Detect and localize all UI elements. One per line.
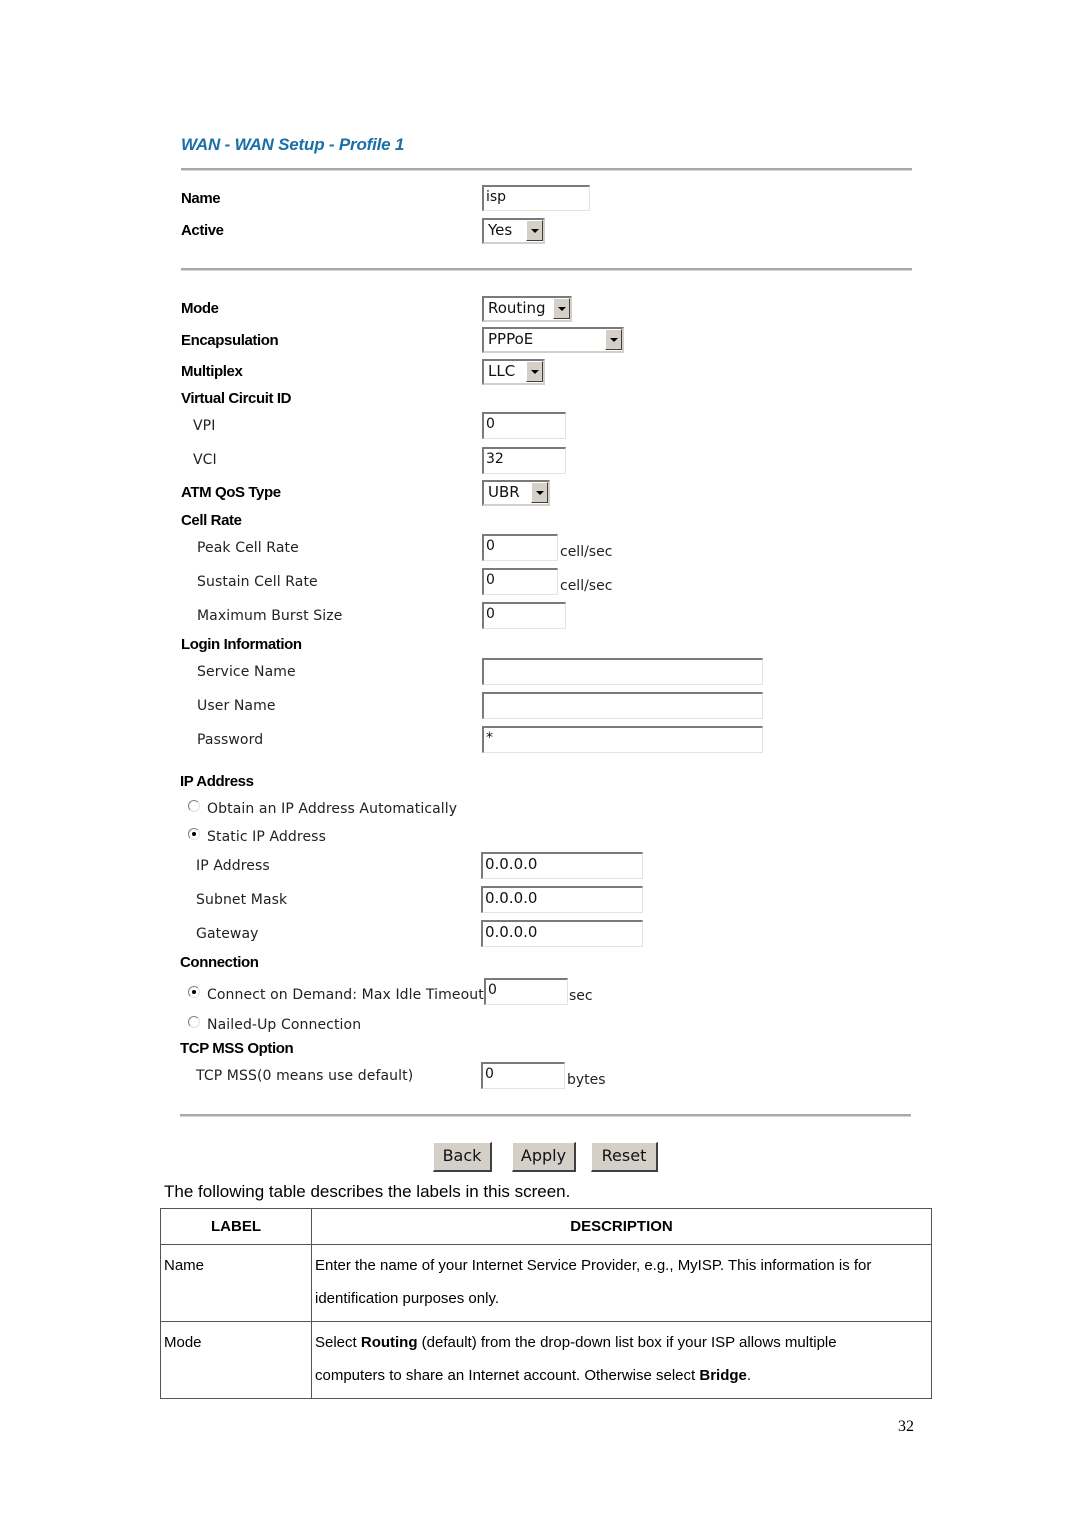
connect-on-demand-radio[interactable]	[188, 986, 200, 998]
page-title: WAN - WAN Setup - Profile 1	[181, 135, 405, 154]
active-select-value: Yes	[488, 221, 513, 239]
table-row: Mode Select Routing (default) from the d…	[160, 1321, 932, 1399]
encapsulation-label: Encapsulation	[181, 332, 279, 349]
max-burst-size-input[interactable]: 0	[482, 602, 566, 629]
peak-cell-rate-label: Peak Cell Rate	[197, 540, 299, 556]
name-label: Name	[181, 190, 221, 207]
chevron-down-icon[interactable]	[553, 298, 570, 319]
multiplex-label: Multiplex	[181, 363, 243, 380]
sustain-cell-rate-unit: cell/sec	[560, 578, 613, 594]
desc-line: identification purposes only.	[315, 1290, 499, 1307]
sustain-cell-rate-label: Sustain Cell Rate	[197, 574, 318, 590]
nailed-up-label: Nailed-Up Connection	[207, 1017, 362, 1033]
sustain-cell-rate-input[interactable]: 0	[482, 568, 558, 595]
vpi-label: VPI	[193, 418, 216, 434]
apply-button[interactable]: Apply	[512, 1142, 576, 1172]
max-idle-timeout-input[interactable]: 0	[484, 978, 568, 1005]
atm-qos-select[interactable]: UBR	[482, 480, 550, 506]
desc-text: computers to share an Internet account. …	[315, 1367, 700, 1384]
ip-address-label: IP Address	[196, 858, 270, 874]
back-button[interactable]: Back	[433, 1142, 492, 1172]
divider	[181, 168, 912, 171]
service-name-label: Service Name	[197, 664, 296, 680]
reset-button[interactable]: Reset	[591, 1142, 658, 1172]
row-description: Enter the name of your Internet Service …	[311, 1244, 932, 1322]
multiplex-select[interactable]: LLC	[482, 359, 545, 385]
header-label: LABEL	[160, 1208, 312, 1245]
desc-line: Enter the name of your Internet Service …	[315, 1257, 872, 1274]
mode-select-value: Routing	[488, 299, 546, 317]
page-number: 32	[898, 1418, 914, 1435]
peak-cell-rate-input[interactable]: 0	[482, 534, 558, 561]
table-row: Name Enter the name of your Internet Ser…	[160, 1244, 932, 1322]
encapsulation-select-value: PPPoE	[488, 330, 534, 348]
tcp-mss-label: TCP MSS(0 means use default)	[196, 1068, 414, 1084]
gateway-input[interactable]: 0.0.0.0	[481, 920, 643, 947]
table-header-row: LABEL DESCRIPTION	[160, 1208, 932, 1245]
nailed-up-radio[interactable]	[188, 1016, 200, 1028]
desc-text: .	[746, 1367, 752, 1384]
subnet-mask-input[interactable]: 0.0.0.0	[481, 886, 643, 913]
label-description-table: LABEL DESCRIPTION Name Enter the name of…	[160, 1208, 932, 1399]
chevron-down-icon[interactable]	[526, 361, 543, 382]
peak-cell-rate-unit: cell/sec	[560, 544, 613, 560]
chevron-down-icon[interactable]	[526, 220, 543, 241]
ip-address-input[interactable]: 0.0.0.0	[481, 852, 643, 879]
tcp-mss-heading: TCP MSS Option	[180, 1040, 294, 1057]
virtual-circuit-heading: Virtual Circuit ID	[181, 390, 292, 407]
multiplex-select-value: LLC	[488, 362, 516, 380]
header-description: DESCRIPTION	[311, 1208, 932, 1245]
connection-heading: Connection	[180, 954, 259, 971]
vci-input[interactable]: 32	[482, 447, 566, 474]
row-label: Mode	[160, 1321, 312, 1399]
obtain-ip-auto-radio[interactable]	[188, 800, 200, 812]
tcp-mss-input[interactable]: 0	[481, 1062, 565, 1089]
vpi-input[interactable]: 0	[482, 412, 566, 439]
desc-bold: Routing	[360, 1334, 418, 1351]
password-input[interactable]: *	[482, 726, 763, 753]
mode-label: Mode	[181, 300, 219, 317]
active-select[interactable]: Yes	[482, 218, 545, 244]
vci-label: VCI	[193, 452, 217, 468]
service-name-input[interactable]	[482, 658, 763, 685]
password-label: Password	[197, 732, 264, 748]
cell-rate-heading: Cell Rate	[181, 512, 242, 529]
login-info-heading: Login Information	[181, 636, 302, 653]
chevron-down-icon[interactable]	[531, 482, 548, 503]
obtain-ip-auto-label: Obtain an IP Address Automatically	[207, 801, 458, 817]
static-ip-label: Static IP Address	[207, 829, 326, 845]
active-label: Active	[181, 222, 224, 239]
ip-address-heading: IP Address	[180, 773, 254, 790]
encapsulation-select[interactable]: PPPoE	[482, 327, 624, 353]
divider	[181, 268, 912, 271]
desc-bold: Bridge	[699, 1367, 747, 1384]
static-ip-radio[interactable]	[188, 828, 200, 840]
tcp-mss-unit: bytes	[567, 1072, 606, 1088]
mode-select[interactable]: Routing	[482, 296, 572, 322]
divider	[180, 1114, 911, 1117]
user-name-input[interactable]	[482, 692, 763, 719]
gateway-label: Gateway	[196, 926, 259, 942]
desc-text: Select	[315, 1334, 361, 1351]
max-burst-size-label: Maximum Burst Size	[197, 608, 343, 624]
name-input[interactable]: isp	[482, 185, 590, 211]
desc-text: (default) from the drop-down list box if…	[417, 1334, 837, 1351]
row-label: Name	[160, 1244, 312, 1322]
atm-qos-label: ATM QoS Type	[181, 484, 281, 501]
intro-text: The following table describes the labels…	[164, 1182, 571, 1201]
subnet-mask-label: Subnet Mask	[196, 892, 288, 908]
max-idle-timeout-unit: sec	[569, 988, 593, 1004]
user-name-label: User Name	[197, 698, 276, 714]
atm-qos-select-value: UBR	[488, 483, 520, 501]
chevron-down-icon[interactable]	[605, 329, 622, 350]
connect-on-demand-label: Connect on Demand: Max Idle Timeout	[207, 987, 484, 1003]
row-description: Select Routing (default) from the drop-d…	[311, 1321, 932, 1399]
